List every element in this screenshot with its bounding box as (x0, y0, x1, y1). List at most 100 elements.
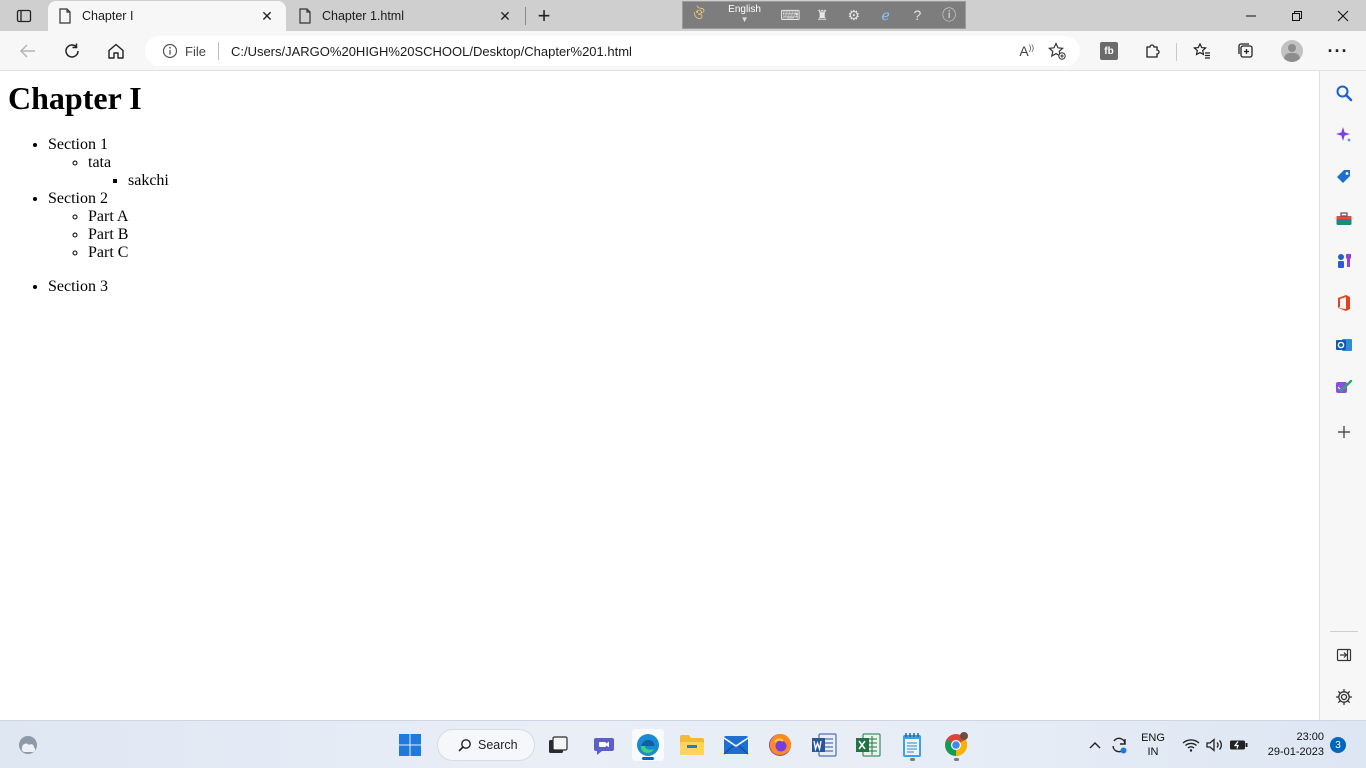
sidebar-games-button[interactable] (1331, 248, 1357, 274)
info-icon[interactable] (161, 42, 179, 60)
folder-icon (680, 735, 704, 755)
read-aloud-icon[interactable]: A)) (1019, 43, 1034, 59)
battery-charging-icon (1230, 740, 1248, 750)
edge-sidebar (1319, 71, 1366, 720)
taskbar-word[interactable] (808, 729, 840, 761)
taskbar-notepad[interactable] (896, 729, 928, 761)
sidebar-shopping-button[interactable] (1331, 164, 1357, 190)
list-item-section-1: Section 1 tata sakchi (48, 136, 648, 190)
taskbar-firefox[interactable] (764, 729, 796, 761)
taskbar-file-explorer[interactable] (676, 729, 708, 761)
url-text[interactable]: C:/Users/JARGO%20HIGH%20SCHOOL/Desktop/C… (231, 44, 1019, 59)
section-list: Section 1 tata sakchi Section 2 Part A P… (48, 136, 648, 296)
tab-actions-button[interactable] (6, 3, 42, 29)
chess-icon[interactable]: ♜ (806, 2, 838, 28)
show-hidden-icons-button[interactable] (1084, 729, 1106, 761)
task-view-icon (549, 736, 568, 753)
taskbar-edge[interactable] (632, 729, 664, 761)
list-item-label: Part A (88, 208, 129, 225)
minimize-button[interactable] (1228, 0, 1274, 31)
close-tab-icon[interactable]: ✕ (258, 7, 276, 25)
chevron-down-icon: ▼ (740, 15, 749, 24)
taskbar-chrome[interactable] (940, 729, 972, 761)
edge-icon[interactable]: ℯ (870, 2, 902, 28)
page-icon (299, 8, 311, 24)
gear-icon[interactable]: ⚙ (838, 2, 870, 28)
region-code: IN (1147, 746, 1159, 758)
sidebar-copilot-button[interactable] (1331, 122, 1357, 148)
help-icon[interactable]: ? (901, 2, 933, 28)
wifi-icon (1182, 739, 1200, 752)
ime-icon[interactable]: ঔ (683, 2, 715, 28)
extension-fb-button[interactable]: fb (1095, 37, 1123, 65)
back-button[interactable] (14, 37, 42, 65)
taskbar-mail[interactable] (720, 729, 752, 761)
favorites-button[interactable] (1188, 37, 1216, 65)
search-label: Search (478, 738, 518, 752)
sidebar-search-button[interactable] (1331, 80, 1357, 106)
start-button[interactable] (394, 729, 426, 761)
sidebar-designer-button[interactable] (1331, 374, 1357, 400)
tab-actions-icon (16, 9, 32, 23)
more-options-icon[interactable]: ··· (1324, 37, 1352, 65)
extensions-button[interactable] (1139, 37, 1167, 65)
sidebar-outlook-button[interactable] (1331, 332, 1357, 358)
firefox-icon (769, 734, 792, 756)
collections-button[interactable] (1232, 37, 1260, 65)
list-item-label: Part C (88, 244, 129, 261)
teams-chat-button[interactable] (588, 729, 620, 761)
widgets-button[interactable] (12, 729, 44, 761)
profile-button[interactable] (1278, 37, 1306, 65)
toolbox-icon (1336, 212, 1352, 225)
keyboard-icon[interactable]: ⌨ (774, 2, 806, 28)
list-item-label: Section 3 (48, 278, 108, 295)
chrome-icon (945, 732, 968, 756)
home-button[interactable] (102, 37, 130, 65)
language-selector[interactable]: English ▼ (715, 5, 775, 25)
sidebar-settings-button[interactable] (1331, 684, 1357, 710)
excel-icon (856, 733, 881, 757)
sidebar-office-button[interactable] (1331, 290, 1357, 316)
sidebar-add-button[interactable] (1331, 419, 1357, 445)
info-icon[interactable]: ⓘ (933, 2, 965, 28)
tab-strip: Chapter I ✕ Chapter 1.html ✕ + ঔ English… (0, 0, 1366, 31)
list-item-label: Section 2 (48, 190, 108, 207)
taskbar-search[interactable]: Search (437, 729, 535, 761)
sparkle-icon (1336, 127, 1351, 142)
chess-icon (1338, 254, 1351, 268)
search-icon (1336, 85, 1353, 102)
new-tab-button[interactable]: + (532, 3, 556, 28)
close-tab-icon[interactable]: ✕ (496, 7, 514, 25)
plus-icon (1338, 426, 1350, 438)
close-window-button[interactable] (1320, 0, 1366, 31)
tab-separator (525, 7, 526, 25)
input-language-indicator[interactable]: ENG IN (1136, 729, 1170, 761)
battery-tray-icon[interactable] (1228, 729, 1250, 761)
add-favorite-icon[interactable] (1048, 42, 1066, 60)
hide-sidebar-icon (1336, 648, 1352, 662)
task-view-button[interactable] (542, 729, 574, 761)
list-item-sakchi: sakchi (128, 172, 648, 190)
wifi-tray-icon[interactable] (1180, 729, 1202, 761)
running-indicator (954, 758, 959, 761)
scheme-label: File (185, 43, 206, 59)
sync-tray-icon[interactable] (1108, 729, 1130, 761)
sidebar-tools-button[interactable] (1331, 206, 1357, 232)
browser-toolbar: File C:/Users/JARGO%20HIGH%20SCHOOL/Desk… (0, 31, 1366, 71)
designer-icon (1336, 379, 1353, 393)
chevron-up-icon (1089, 742, 1101, 749)
volume-tray-icon[interactable] (1204, 729, 1226, 761)
sidebar-hide-button[interactable] (1331, 642, 1357, 668)
sub-list: tata sakchi (48, 154, 648, 190)
taskbar-excel[interactable] (852, 729, 884, 761)
sub-sub-list: sakchi (88, 172, 648, 190)
refresh-button[interactable] (58, 37, 86, 65)
address-bar[interactable]: File C:/Users/JARGO%20HIGH%20SCHOOL/Desk… (145, 36, 1080, 66)
clock[interactable]: 23:00 29-01-2023 (1256, 729, 1324, 761)
home-icon (108, 43, 124, 59)
notifications-button[interactable]: 3 (1328, 729, 1348, 761)
tab-chapter-i[interactable]: Chapter I ✕ (48, 1, 286, 31)
tab-chapter-1-html[interactable]: Chapter 1.html ✕ (288, 1, 524, 31)
office-icon (1338, 295, 1350, 311)
restore-button[interactable] (1274, 0, 1320, 31)
